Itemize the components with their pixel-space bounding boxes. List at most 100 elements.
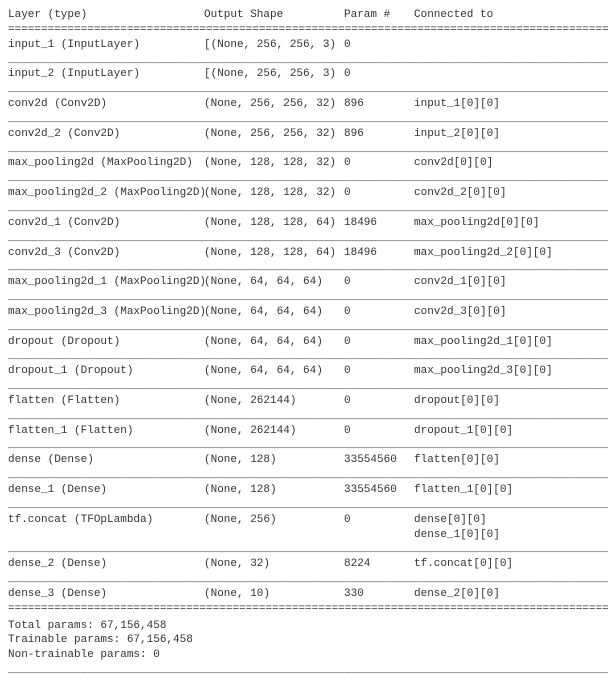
cell-shape: (None, 128) xyxy=(204,453,344,468)
cell-shape: (None, 64, 64, 64) xyxy=(204,335,344,350)
bottom-separator xyxy=(8,663,608,678)
cell-connected: dropout[0][0] xyxy=(414,394,608,409)
cell-param: 0 xyxy=(344,156,414,171)
table-row: max_pooling2d_1 (MaxPooling2D)(None, 64,… xyxy=(8,275,608,290)
cell-connected: conv2d[0][0] xyxy=(414,156,608,171)
cell-layer: conv2d (Conv2D) xyxy=(8,97,204,112)
cell-connected: conv2d_3[0][0] xyxy=(414,305,608,320)
cell-connected: max_pooling2d_3[0][0] xyxy=(414,364,608,379)
cell-connected: input_1[0][0] xyxy=(414,97,608,112)
cell-param: 0 xyxy=(344,424,414,439)
cell-shape: (None, 32) xyxy=(204,557,344,572)
cell-shape: (None, 128) xyxy=(204,483,344,498)
table-row: dense_3 (Dense)(None, 10)330dense_2[0][0… xyxy=(8,587,608,602)
cell-connected: dense[0][0] xyxy=(414,513,608,528)
cell-param: 0 xyxy=(344,394,414,409)
row-separator xyxy=(8,290,608,305)
cell-param: 0 xyxy=(344,275,414,290)
row-separator xyxy=(8,171,608,186)
table-row: flatten (Flatten)(None, 262144)0dropout[… xyxy=(8,394,608,409)
cell-param: 0 xyxy=(344,38,414,53)
cell-shape: (None, 256, 256, 32) xyxy=(204,127,344,142)
total-params: Total params: 67,156,458 xyxy=(8,619,608,634)
cell-shape: (None, 128, 128, 64) xyxy=(204,246,344,261)
table-row: max_pooling2d_2 (MaxPooling2D)(None, 128… xyxy=(8,186,608,201)
summary-footer: Total params: 67,156,458 Trainable param… xyxy=(8,619,608,664)
header-row: Layer (type) Output Shape Param # Connec… xyxy=(8,8,608,23)
row-separator xyxy=(8,231,608,246)
cell-shape: (None, 64, 64, 64) xyxy=(204,305,344,320)
cell-connected: input_2[0][0] xyxy=(414,127,608,142)
cell-shape: (None, 256) xyxy=(204,513,344,528)
row-separator xyxy=(8,260,608,275)
table-row: flatten_1 (Flatten)(None, 262144)0dropou… xyxy=(8,424,608,439)
table-row: max_pooling2d (MaxPooling2D)(None, 128, … xyxy=(8,156,608,171)
cell-param: 896 xyxy=(344,127,414,142)
cell-connected: dense_1[0][0] xyxy=(414,528,608,543)
cell-connected: max_pooling2d[0][0] xyxy=(414,216,608,231)
row-separator xyxy=(8,142,608,157)
cell-param: 33554560 xyxy=(344,483,414,498)
cell-layer: conv2d_3 (Conv2D) xyxy=(8,246,204,261)
cell-layer: dense_1 (Dense) xyxy=(8,483,204,498)
cell-param: 896 xyxy=(344,97,414,112)
cell-layer: input_2 (InputLayer) xyxy=(8,67,204,82)
table-row: input_2 (InputLayer)[(None, 256, 256, 3)… xyxy=(8,67,608,82)
row-separator xyxy=(8,112,608,127)
footer-separator xyxy=(8,602,608,617)
row-separator xyxy=(8,320,608,335)
cell-shape: (None, 128, 128, 32) xyxy=(204,186,344,201)
cell-layer: conv2d_1 (Conv2D) xyxy=(8,216,204,231)
row-separator xyxy=(8,53,608,68)
cell-layer: dense_3 (Dense) xyxy=(8,587,204,602)
table-row: dropout_1 (Dropout)(None, 64, 64, 64)0ma… xyxy=(8,364,608,379)
row-separator xyxy=(8,438,608,453)
row-separator xyxy=(8,82,608,97)
cell-layer: dropout (Dropout) xyxy=(8,335,204,350)
row-separator xyxy=(8,409,608,424)
cell-connected: flatten[0][0] xyxy=(414,453,608,468)
cell-param: 18496 xyxy=(344,216,414,231)
cell-shape: [(None, 256, 256, 3) xyxy=(204,38,344,53)
table-row: conv2d_3 (Conv2D)(None, 128, 128, 64)184… xyxy=(8,246,608,261)
table-row: conv2d (Conv2D)(None, 256, 256, 32)896in… xyxy=(8,97,608,112)
row-separator xyxy=(8,542,608,557)
col-connected-header: Connected to xyxy=(414,8,608,23)
cell-param: 8224 xyxy=(344,557,414,572)
model-summary: Layer (type) Output Shape Param # Connec… xyxy=(8,8,608,678)
cell-shape: [(None, 256, 256, 3) xyxy=(204,67,344,82)
cell-connected: conv2d_2[0][0] xyxy=(414,186,608,201)
cell-shape: (None, 128, 128, 64) xyxy=(204,216,344,231)
row-separator xyxy=(8,468,608,483)
cell-connected: max_pooling2d_2[0][0] xyxy=(414,246,608,261)
table-row: dense_1[0][0] xyxy=(8,528,608,543)
cell-shape: (None, 256, 256, 32) xyxy=(204,97,344,112)
cell-connected: dropout_1[0][0] xyxy=(414,424,608,439)
cell-param: 0 xyxy=(344,335,414,350)
cell-shape: (None, 262144) xyxy=(204,394,344,409)
col-param-header: Param # xyxy=(344,8,414,23)
cell-shape: (None, 262144) xyxy=(204,424,344,439)
cell-param: 0 xyxy=(344,364,414,379)
trainable-params: Trainable params: 67,156,458 xyxy=(8,633,608,648)
table-row: conv2d_2 (Conv2D)(None, 256, 256, 32)896… xyxy=(8,127,608,142)
table-row: conv2d_1 (Conv2D)(None, 128, 128, 64)184… xyxy=(8,216,608,231)
cell-connected: dense_2[0][0] xyxy=(414,587,608,602)
cell-layer: input_1 (InputLayer) xyxy=(8,38,204,53)
row-separator xyxy=(8,379,608,394)
cell-param: 0 xyxy=(344,67,414,82)
row-separator xyxy=(8,498,608,513)
table-row: dense (Dense)(None, 128)33554560flatten[… xyxy=(8,453,608,468)
cell-layer: max_pooling2d_1 (MaxPooling2D) xyxy=(8,275,204,290)
cell-layer: dense_2 (Dense) xyxy=(8,557,204,572)
cell-shape: (None, 10) xyxy=(204,587,344,602)
table-row: dense_2 (Dense)(None, 32)8224tf.concat[0… xyxy=(8,557,608,572)
nontrainable-params: Non-trainable params: 0 xyxy=(8,648,608,663)
header-separator xyxy=(8,23,608,38)
col-layer-header: Layer (type) xyxy=(8,8,204,23)
cell-connected: flatten_1[0][0] xyxy=(414,483,608,498)
cell-shape: (None, 64, 64, 64) xyxy=(204,275,344,290)
cell-connected: tf.concat[0][0] xyxy=(414,557,608,572)
cell-layer: dropout_1 (Dropout) xyxy=(8,364,204,379)
row-separator xyxy=(8,349,608,364)
